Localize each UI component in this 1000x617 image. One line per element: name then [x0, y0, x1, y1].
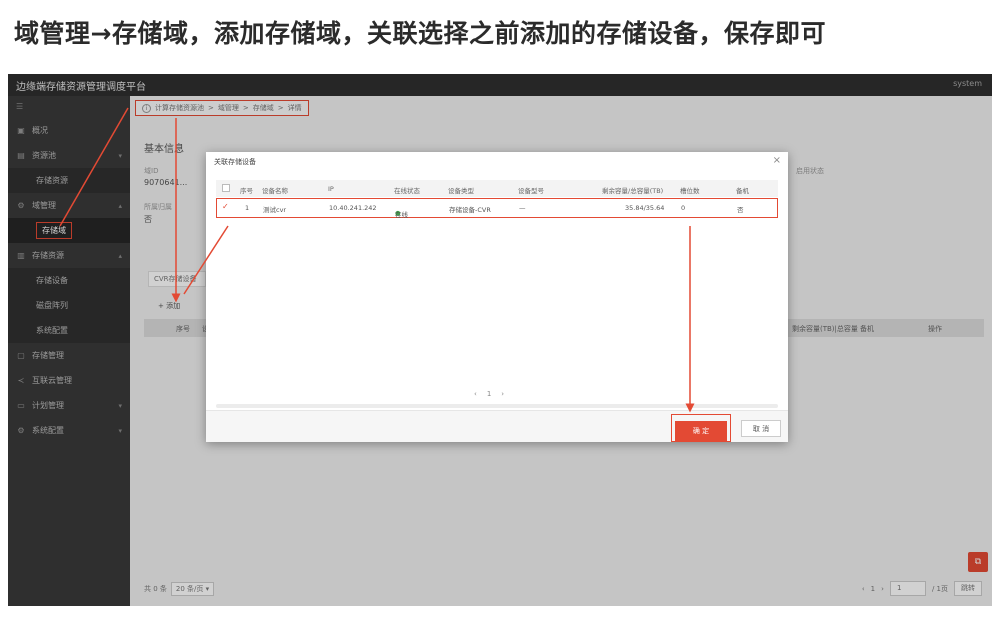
close-icon[interactable]: × — [773, 155, 781, 166]
prev-page-icon[interactable]: ‹ — [474, 390, 477, 398]
status-text: 在线 — [395, 211, 408, 219]
column-header: 设备类型 — [448, 187, 474, 195]
dialog-footer: 确 定 取 消 — [206, 410, 788, 442]
ok-button-highlight: 确 定 — [671, 414, 731, 442]
column-header: 在线状态 — [394, 187, 420, 195]
device-model: — — [519, 204, 526, 212]
select-all-checkbox[interactable] — [222, 184, 230, 192]
table-row[interactable]: ✓ 1 测试cvr 10.40.241.242 ● 在线 存储设备-CVR — … — [216, 198, 778, 219]
horizontal-scrollbar[interactable] — [216, 404, 778, 408]
device-name: 测试cvr — [263, 206, 287, 214]
next-page-icon[interactable]: › — [501, 390, 504, 398]
dialog-title: 关联存储设备 — [214, 158, 256, 166]
column-header: 备机 — [736, 187, 749, 195]
column-header: IP — [328, 185, 334, 193]
device-capacity: 35.84/35.64 — [625, 204, 665, 212]
device-type: 存储设备-CVR — [449, 206, 491, 214]
instruction-heading: 域管理→存储域，添加存储域，关联选择之前添加的存储设备，保存即可 — [14, 19, 826, 48]
row-checkbox[interactable]: ✓ — [222, 202, 229, 211]
device-slots: 0 — [681, 204, 686, 212]
column-header: 设备型号 — [518, 187, 544, 195]
ok-button[interactable]: 确 定 — [675, 421, 727, 441]
column-header: 序号 — [240, 187, 253, 195]
current-page[interactable]: 1 — [487, 390, 491, 398]
dialog-pagination: ‹ 1 › — [474, 390, 504, 398]
column-header: 槽位数 — [680, 187, 700, 195]
dialog-table-header: 序号 设备名称 IP 在线状态 设备类型 设备型号 剩余容量/总容量(TB) 槽… — [216, 180, 778, 197]
column-header: 设备名称 — [262, 187, 288, 195]
associate-device-dialog: 关联存储设备 × 序号 设备名称 IP 在线状态 设备类型 设备型号 剩余容量/… — [206, 152, 788, 442]
device-ip: 10.40.241.242 — [329, 204, 377, 212]
device-standby: 否 — [737, 206, 744, 214]
row-index: 1 — [245, 204, 250, 212]
column-header: 剩余容量/总容量(TB) — [602, 187, 664, 195]
cancel-button[interactable]: 取 消 — [741, 420, 781, 437]
